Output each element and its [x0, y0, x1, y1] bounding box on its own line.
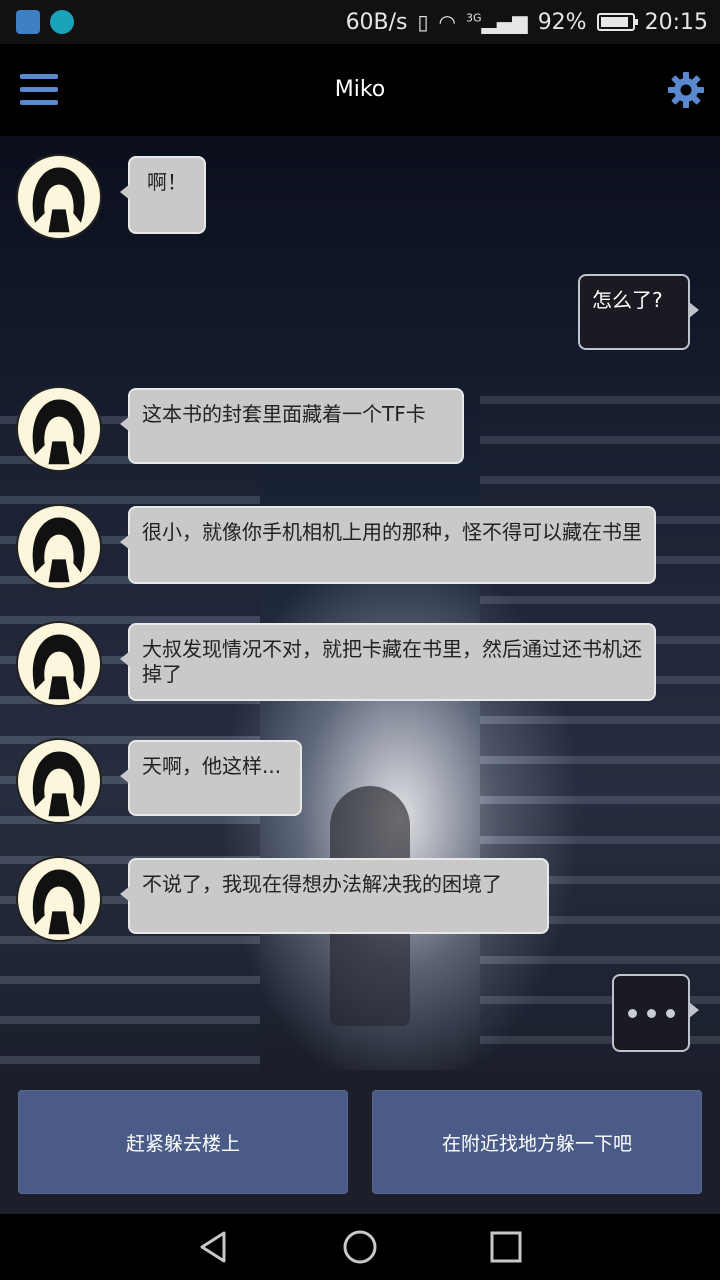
- battery-percent: 92%: [537, 9, 587, 35]
- message-bubble: 天啊，他这样...: [120, 740, 302, 816]
- vibrate-icon: ▯: [417, 10, 429, 34]
- network-type: 3G: [466, 11, 482, 25]
- wifi-icon: ◠: [438, 10, 456, 34]
- clock: 20:15: [644, 9, 708, 35]
- message-bubble: 大叔发现情况不对，就把卡藏在书里，然后通过还书机还掉了: [120, 623, 656, 701]
- avatar[interactable]: [16, 856, 102, 942]
- choice-bar: 赶紧躲去楼上 在附近找地方躲一下吧: [0, 1070, 720, 1214]
- battery-icon: [596, 13, 638, 31]
- app-bar: Miko: [0, 44, 720, 136]
- message-bubble: 很小，就像你手机相机上用的那种，怪不得可以藏在书里: [120, 506, 656, 584]
- battery-level: [600, 17, 628, 27]
- status-bar: 60B/s ▯ ◠ 3G▂▄▆ 92% 20:15: [0, 0, 720, 44]
- choice-button-2[interactable]: 在附近找地方躲一下吧: [372, 1090, 702, 1194]
- health-app-icon: [16, 10, 40, 34]
- typing-indicator: [612, 974, 699, 1052]
- background-bookshelf-right: [480, 396, 720, 1070]
- signal-icon: 3G▂▄▆: [466, 10, 528, 34]
- back-icon[interactable]: [194, 1227, 234, 1267]
- message-bubble: 不说了，我现在得想办法解决我的困境了: [120, 858, 549, 934]
- chat-title: Miko: [334, 77, 386, 102]
- avatar[interactable]: [16, 154, 102, 240]
- message-bubble: 啊！: [120, 156, 206, 234]
- avatar[interactable]: [16, 504, 102, 590]
- home-icon[interactable]: [340, 1227, 380, 1267]
- choice-button-1[interactable]: 赶紧躲去楼上: [18, 1090, 348, 1194]
- gear-icon[interactable]: [666, 70, 706, 110]
- menu-icon[interactable]: [20, 72, 58, 108]
- net-speed: 60B/s: [345, 9, 408, 35]
- timer-app-icon: [50, 10, 74, 34]
- chat-area[interactable]: 啊！ 怎么了? 这本书的封套里面藏着一个TF卡 很小，就像你手机相机上用的那种，…: [0, 136, 720, 1070]
- avatar[interactable]: [16, 386, 102, 472]
- avatar[interactable]: [16, 621, 102, 707]
- message-bubble: 这本书的封套里面藏着一个TF卡: [120, 388, 464, 464]
- message-bubble-self: 怎么了?: [578, 274, 699, 350]
- avatar[interactable]: [16, 738, 102, 824]
- recents-icon[interactable]: [486, 1227, 526, 1267]
- system-nav-bar: [0, 1214, 720, 1280]
